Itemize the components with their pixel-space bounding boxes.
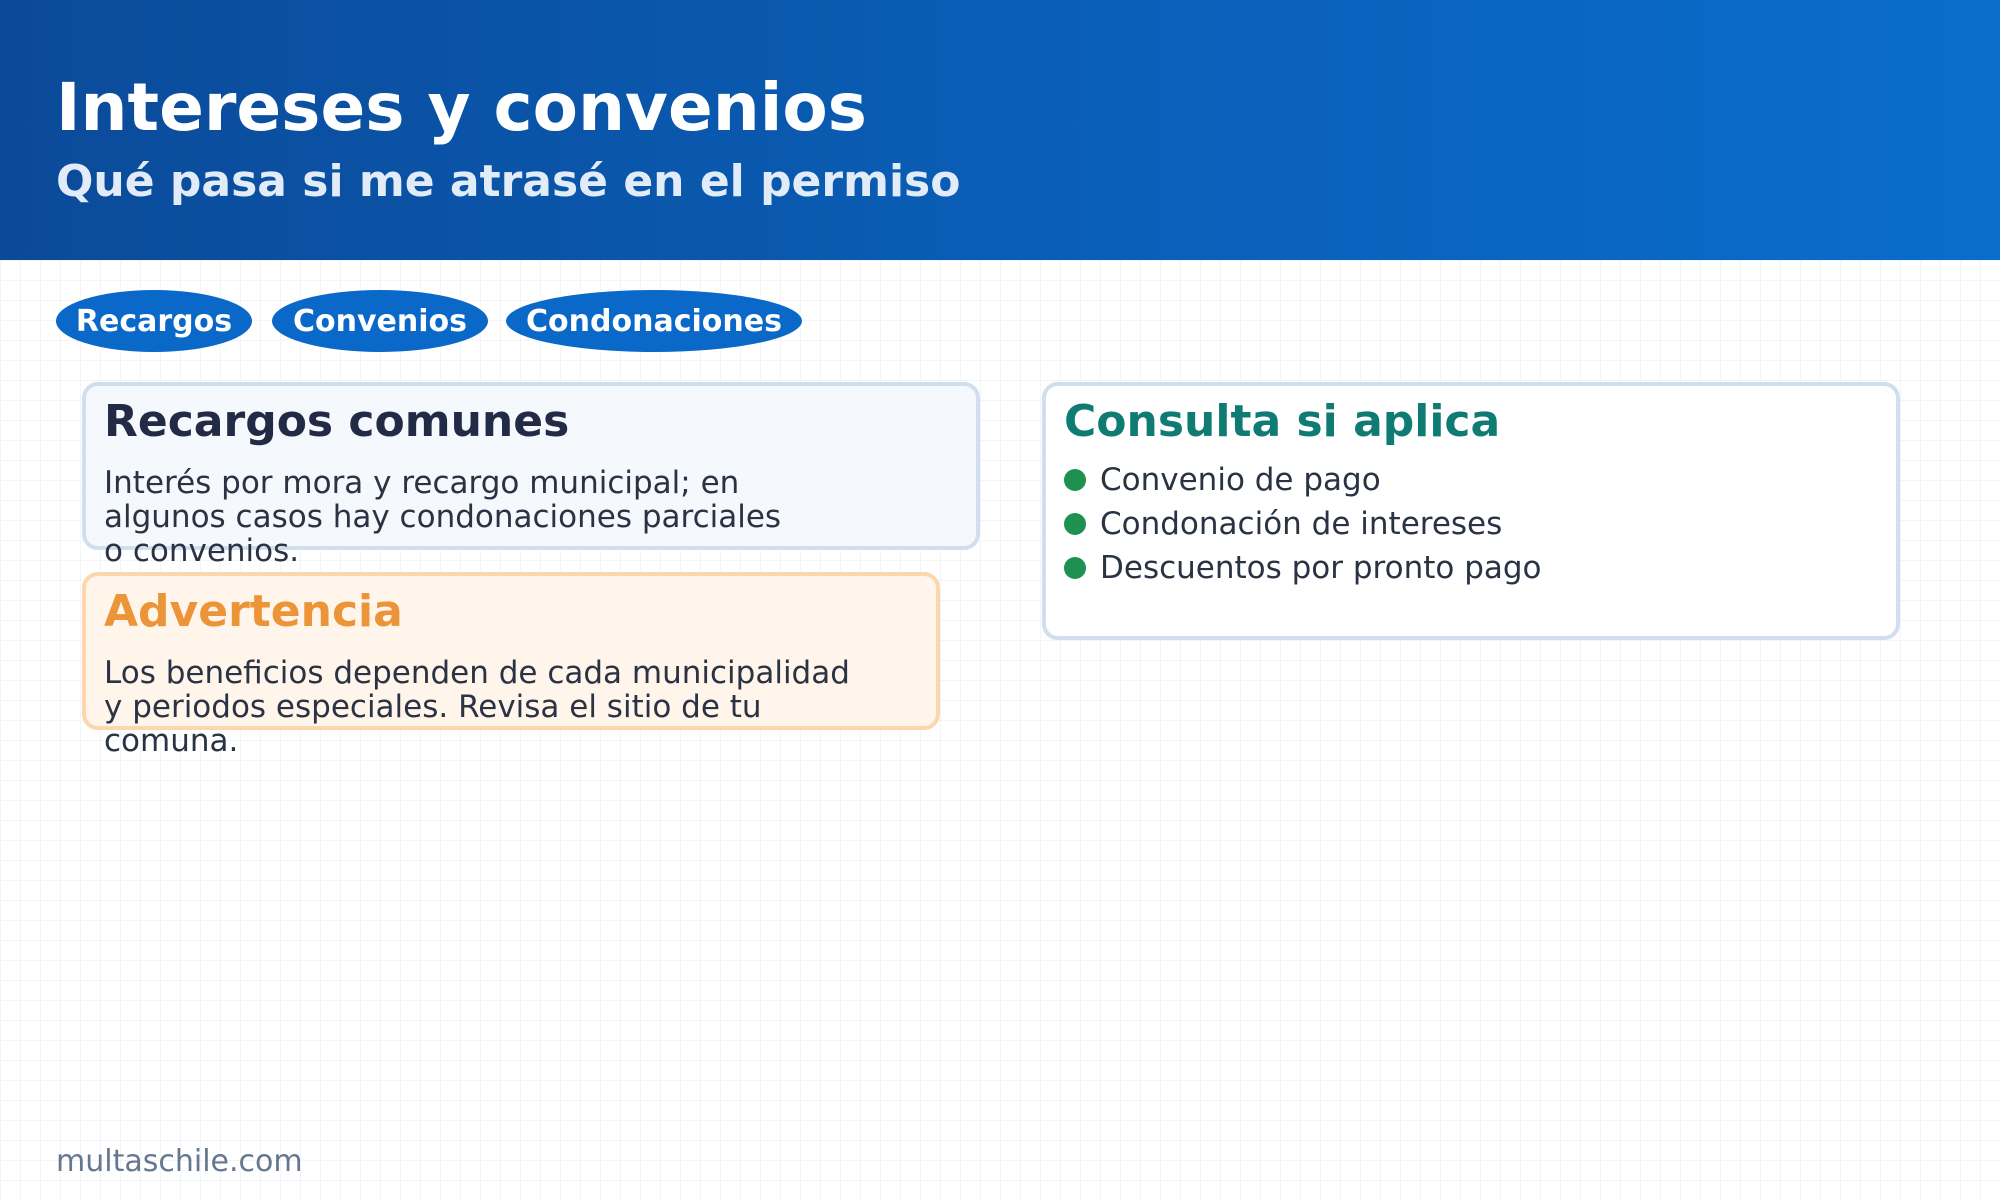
warning-line: y periodos especiales. Revisa el sitio d… [104, 689, 762, 725]
recargos-line: Interés por mora y recargo municipal; en [104, 465, 740, 501]
bullet-icon [1064, 513, 1086, 535]
list-item-text: Condonación de intereses [1100, 506, 1503, 542]
recargos-card-title: Recargos comunes [104, 396, 570, 447]
list-item: Descuentos por pronto pago [1064, 548, 1542, 588]
recargos-line: algunos casos hay condonaciones parciale… [104, 499, 782, 535]
tag-convenios[interactable]: Convenios [272, 290, 488, 352]
recargos-line: o convenios. [104, 533, 300, 569]
consulta-card-title: Consulta si aplica [1064, 396, 1501, 447]
bullet-icon [1064, 469, 1086, 491]
bullet-icon [1064, 557, 1086, 579]
page-title: Intereses y convenios [56, 69, 867, 146]
page-subtitle: Qué pasa si me atrasé en el permiso [56, 156, 961, 207]
warning-card-body: Los beneficios dependen de cada municipa… [104, 656, 850, 758]
footer-site-link[interactable]: multaschile.com [56, 1144, 303, 1179]
header-banner: Intereses y convenios Qué pasa si me atr… [0, 0, 2000, 260]
warning-line: comuna. [104, 723, 239, 759]
tag-condonaciones[interactable]: Condonaciones [506, 290, 802, 352]
tag-recargos[interactable]: Recargos [56, 290, 252, 352]
list-item: Convenio de pago [1064, 460, 1381, 500]
list-item-text: Convenio de pago [1100, 462, 1381, 498]
list-item: Condonación de intereses [1064, 504, 1502, 544]
list-item-text: Descuentos por pronto pago [1100, 550, 1542, 586]
warning-line: Los beneficios dependen de cada municipa… [104, 655, 850, 691]
warning-card-title: Advertencia [104, 586, 403, 637]
recargos-card-body: Interés por mora y recargo municipal; en… [104, 466, 781, 568]
